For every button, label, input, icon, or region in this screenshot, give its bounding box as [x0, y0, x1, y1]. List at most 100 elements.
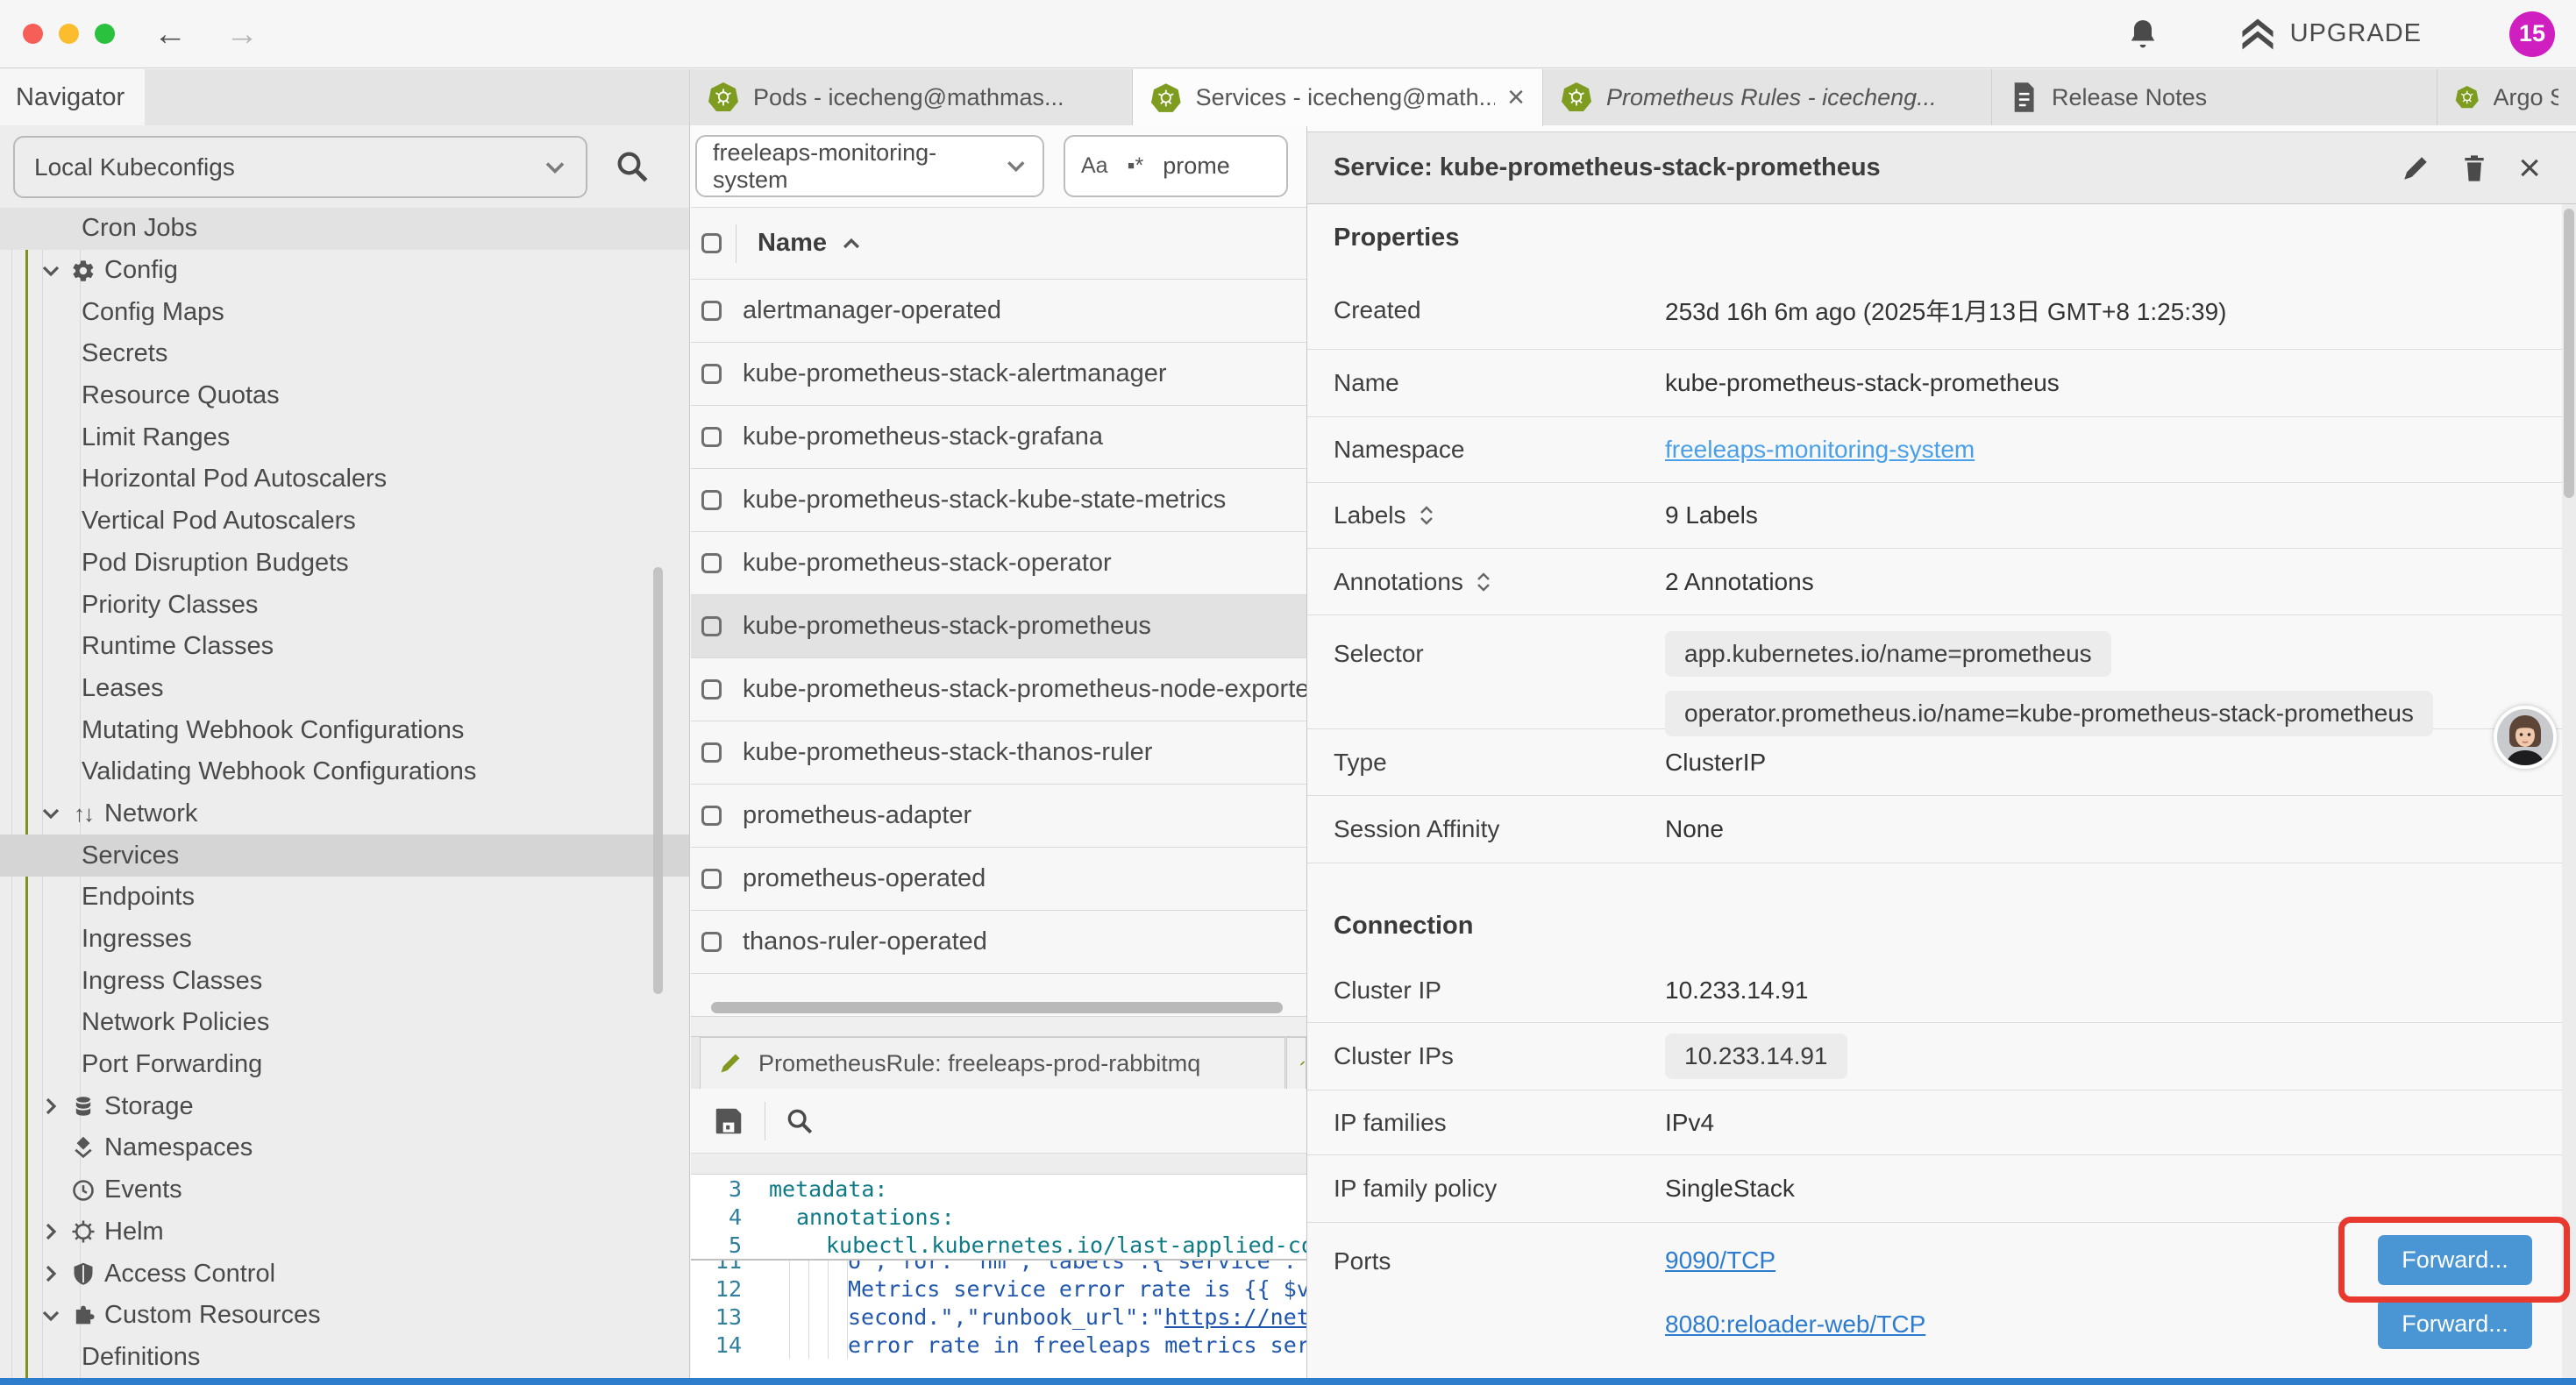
sidebar-group-network[interactable]: ↑↓ Network	[0, 793, 689, 835]
kubeconfig-selector[interactable]: Local Kubeconfigs	[13, 136, 587, 198]
row-checkbox[interactable]	[701, 301, 722, 321]
runbook-url-link[interactable]: https://neto	[1164, 1304, 1306, 1330]
namespace-selector[interactable]: freeleaps-monitoring-system	[695, 135, 1044, 197]
sidebar-item-ingress-classes[interactable]: Ingress Classes	[0, 960, 689, 1002]
close-window-button[interactable]	[23, 24, 43, 44]
tab-prometheus-rules[interactable]: Prometheus Rules - icecheng...	[1543, 69, 1992, 125]
trash-icon[interactable]	[2460, 153, 2488, 184]
editor-tab-partial[interactable]	[1286, 1037, 1306, 1089]
editor-tab-prometheusrule[interactable]: PrometheusRule: freeleaps-prod-rabbitmq	[700, 1037, 1285, 1089]
table-row[interactable]: kube-prometheus-stack-kube-state-metrics	[691, 468, 1306, 531]
close-tab-icon[interactable]: ×	[1495, 81, 1525, 115]
editor-search-icon[interactable]	[785, 1106, 815, 1136]
forward-button-9090[interactable]: Forward...	[2378, 1235, 2532, 1285]
sidebar-group-helm[interactable]: Helm	[0, 1211, 689, 1254]
table-row[interactable]: kube-prometheus-stack-alertmanager	[691, 342, 1306, 405]
chevron-right-icon[interactable]	[39, 1095, 62, 1118]
sidebar-item-mutating-webhook-configurations[interactable]: Mutating Webhook Configurations	[0, 709, 689, 751]
chevron-right-icon[interactable]	[39, 1220, 62, 1243]
sidebar-item-runtime-classes[interactable]: Runtime Classes	[0, 626, 689, 668]
yaml-editor[interactable]: 3metadata: 4annotations: 5kubectl.kubern…	[691, 1175, 1306, 1378]
table-horizontal-scrollbar[interactable]	[711, 1002, 1283, 1013]
row-checkbox[interactable]	[701, 553, 722, 573]
back-button[interactable]: ←	[153, 18, 187, 51]
table-row[interactable]: kube-prometheus-stack-operator	[691, 531, 1306, 594]
close-panel-icon[interactable]: ×	[2518, 149, 2541, 188]
namespace-link[interactable]: freeleaps-monitoring-system	[1665, 436, 1975, 464]
row-checkbox[interactable]	[701, 364, 722, 384]
sidebar-item-definitions[interactable]: Definitions	[0, 1337, 689, 1378]
edit-pencil-icon[interactable]	[2401, 153, 2430, 183]
sidebar-item-namespaces[interactable]: Namespaces	[0, 1127, 689, 1169]
chevron-down-icon[interactable]	[39, 802, 62, 825]
table-row[interactable]: prometheus-adapter	[691, 784, 1306, 847]
name-column-header[interactable]: Name	[758, 229, 827, 258]
row-checkbox[interactable]	[701, 490, 722, 510]
sidebar-item-ingresses[interactable]: Ingresses	[0, 919, 689, 961]
sidebar-item-port-forwarding[interactable]: Port Forwarding	[0, 1044, 689, 1086]
resource-search-input[interactable]: prome	[1163, 153, 1230, 180]
sidebar-item-network-policies[interactable]: Network Policies	[0, 1002, 689, 1044]
chevron-down-icon[interactable]	[39, 1304, 62, 1327]
sidebar-item-events[interactable]: Events	[0, 1169, 689, 1211]
case-sensitive-toggle[interactable]: Aa	[1081, 153, 1108, 179]
chevron-right-icon[interactable]	[39, 1262, 62, 1285]
table-row[interactable]: thanos-ruler-operated	[691, 910, 1306, 973]
avatar[interactable]	[2494, 706, 2557, 769]
tab-release-notes[interactable]: Release Notes	[1992, 69, 2437, 125]
row-checkbox[interactable]	[701, 427, 722, 447]
port-link-8080[interactable]: 8080:reloader-web/TCP	[1665, 1310, 1925, 1339]
sidebar-item-resource-quotas[interactable]: Resource Quotas	[0, 375, 689, 417]
navigator-tab[interactable]: Navigator	[0, 69, 145, 125]
sidebar-group-config[interactable]: Config	[0, 250, 689, 292]
sort-ascending-icon[interactable]	[841, 236, 862, 251]
sidebar-item-validating-webhook-configurations[interactable]: Validating Webhook Configurations	[0, 751, 689, 793]
select-all-checkbox[interactable]	[701, 233, 722, 253]
sidebar-item-config-maps[interactable]: Config Maps	[0, 291, 689, 333]
sidebar-item-leases[interactable]: Leases	[0, 668, 689, 710]
row-checkbox[interactable]	[701, 679, 722, 700]
row-checkbox[interactable]	[701, 869, 722, 889]
tab-services[interactable]: Services - icecheng@math... ×	[1133, 69, 1543, 126]
table-row[interactable]: kube-prometheus-stack-prometheus-node-ex…	[691, 657, 1306, 721]
port-link-9090[interactable]: 9090/TCP	[1665, 1246, 1775, 1275]
row-checkbox[interactable]	[701, 616, 722, 636]
sidebar-item-limit-ranges[interactable]: Limit Ranges	[0, 416, 689, 458]
resource-search-box[interactable]: Aa ▪* prome	[1064, 135, 1288, 197]
tab-argo[interactable]: Argo Se	[2437, 69, 2576, 125]
sidebar-group-custom-resources[interactable]: Custom Resources	[0, 1295, 689, 1337]
sidebar-group-storage[interactable]: Storage	[0, 1085, 689, 1127]
sidebar-item-priority-classes[interactable]: Priority Classes	[0, 584, 689, 626]
sidebar-item-horizontal-pod-autoscalers[interactable]: Horizontal Pod Autoscalers	[0, 458, 689, 501]
row-checkbox[interactable]	[701, 742, 722, 763]
sidebar-group-access-control[interactable]: Access Control	[0, 1253, 689, 1295]
sidebar-item-pod-disruption-budgets[interactable]: Pod Disruption Budgets	[0, 543, 689, 585]
sidebar-item-vertical-pod-autoscalers[interactable]: Vertical Pod Autoscalers	[0, 501, 689, 543]
tab-pods[interactable]: Pods - icecheng@mathmas...	[690, 69, 1133, 125]
upgrade-button[interactable]: UPGRADE	[2239, 16, 2422, 53]
expander-icon[interactable]	[1476, 570, 1491, 594]
forward-button-8080[interactable]: Forward...	[2378, 1299, 2532, 1349]
table-row[interactable]: kube-prometheus-stack-grafana	[691, 405, 1306, 468]
row-checkbox[interactable]	[701, 806, 722, 826]
regex-toggle[interactable]: ▪*	[1128, 153, 1144, 179]
sidebar-item-cron-jobs[interactable]: Cron Jobs	[0, 208, 689, 250]
forward-button[interactable]: →	[225, 18, 259, 51]
table-row[interactable]: prometheus-operated	[691, 847, 1306, 910]
navigator-search-icon[interactable]	[614, 148, 651, 185]
save-icon[interactable]	[712, 1104, 745, 1138]
expander-icon[interactable]	[1419, 503, 1434, 528]
panel-scrollbar[interactable]	[2564, 209, 2574, 498]
sidebar-scrollbar[interactable]	[653, 567, 663, 994]
sidebar-item-secrets[interactable]: Secrets	[0, 333, 689, 375]
zoom-window-button[interactable]	[95, 24, 115, 44]
notification-count-badge[interactable]: 15	[2509, 11, 2555, 57]
table-row[interactable]: kube-prometheus-stack-thanos-ruler	[691, 721, 1306, 784]
sidebar-item-endpoints[interactable]: Endpoints	[0, 877, 689, 919]
row-checkbox[interactable]	[701, 932, 722, 952]
sidebar-item-services[interactable]: Services	[0, 835, 689, 877]
table-row[interactable]: alertmanager-operated	[691, 279, 1306, 342]
table-row-selected[interactable]: kube-prometheus-stack-prometheus	[691, 594, 1306, 657]
minimize-window-button[interactable]	[59, 24, 79, 44]
chevron-down-icon[interactable]	[39, 259, 62, 282]
